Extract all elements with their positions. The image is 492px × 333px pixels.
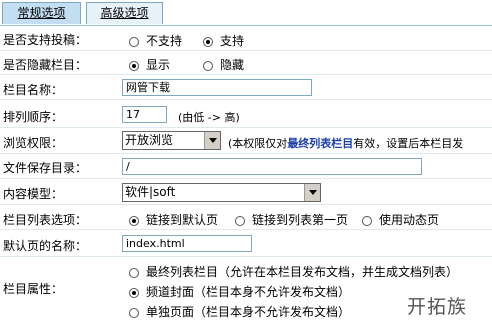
save-dir-label: 文件保存目录： bbox=[3, 161, 88, 175]
tab-basic-options[interactable]: 常规选项 bbox=[2, 2, 81, 24]
row-hidden: 是否隐藏栏目： 显示 隐藏 bbox=[0, 51, 492, 75]
attribute-single-page-option[interactable]: 单独页面（栏目本身不允许发布文档） bbox=[129, 303, 350, 320]
row-list-option: 栏目列表选项： 链接到默认页 链接到列表第一页 使用动态页 bbox=[0, 205, 492, 230]
allow-submit-label: 是否支持投稿： bbox=[3, 33, 88, 47]
radio-checked-icon[interactable] bbox=[129, 287, 139, 298]
permission-label: 浏览权限： bbox=[3, 136, 64, 150]
radio-checked-icon[interactable] bbox=[129, 215, 139, 226]
hidden-label: 是否隐藏栏目： bbox=[3, 58, 88, 72]
hidden-show-option[interactable]: 显示 bbox=[129, 56, 170, 73]
allow-submit-no-option[interactable]: 不支持 bbox=[129, 32, 182, 49]
category-name-label: 栏目名称： bbox=[3, 83, 64, 97]
radio-icon[interactable] bbox=[235, 215, 245, 226]
tab-advanced-options[interactable]: 高级选项 bbox=[86, 2, 163, 24]
row-content-model: 内容模型： 软件|soft bbox=[0, 179, 492, 205]
radio-icon[interactable] bbox=[129, 267, 139, 278]
row-category-name: 栏目名称： 网管下载 bbox=[0, 75, 492, 100]
radio-icon[interactable] bbox=[362, 215, 372, 226]
save-dir-input[interactable]: / bbox=[122, 158, 422, 175]
category-attribute-label: 栏目属性： bbox=[3, 282, 64, 296]
row-allow-submit: 是否支持投稿： 不支持 支持 bbox=[0, 26, 492, 51]
hidden-hide-option[interactable]: 隐藏 bbox=[203, 56, 244, 73]
content-model-select[interactable]: 软件|soft bbox=[122, 183, 321, 202]
sort-order-input[interactable]: 17 bbox=[122, 106, 167, 123]
list-option-label: 栏目列表选项： bbox=[3, 213, 88, 227]
permission-note: (本权限仅对最终列表栏目有效，设置后本栏目发 bbox=[228, 137, 464, 150]
allow-submit-yes-option[interactable]: 支持 bbox=[203, 32, 244, 49]
permission-select[interactable]: 开放浏览 bbox=[122, 131, 221, 150]
sort-order-hint: (由低 -> 高) bbox=[178, 111, 240, 124]
list-option-default-page[interactable]: 链接到默认页 bbox=[129, 211, 218, 228]
radio-icon[interactable] bbox=[129, 307, 139, 318]
row-default-page: 默认页的名称： index.html bbox=[0, 230, 492, 257]
radio-icon[interactable] bbox=[203, 60, 213, 71]
list-option-first-page[interactable]: 链接到列表第一页 bbox=[235, 211, 348, 228]
tab-bar: 常规选项 高级选项 bbox=[0, 0, 492, 26]
list-option-dynamic-page[interactable]: 使用动态页 bbox=[362, 211, 439, 228]
default-page-input[interactable]: index.html bbox=[122, 235, 252, 252]
attribute-channel-cover-option[interactable]: 频道封面（栏目本身不允许发布文档） bbox=[129, 283, 350, 300]
radio-icon[interactable] bbox=[129, 36, 139, 47]
sort-order-label: 排列顺序： bbox=[3, 110, 64, 124]
row-sort-order: 排列顺序： 17 (由低 -> 高) bbox=[0, 100, 492, 128]
chevron-down-icon[interactable] bbox=[204, 132, 220, 149]
default-page-label: 默认页的名称： bbox=[3, 239, 88, 253]
watermark: 开拓族 bbox=[407, 296, 468, 318]
row-permission: 浏览权限： 开放浏览 (本权限仅对最终列表栏目有效，设置后本栏目发 bbox=[0, 128, 492, 154]
content-model-label: 内容模型： bbox=[3, 187, 64, 201]
attribute-final-list-option[interactable]: 最终列表栏目（允许在本栏目发布文档，并生成文档列表） bbox=[129, 263, 458, 280]
row-save-dir: 文件保存目录： / bbox=[0, 154, 492, 179]
radio-checked-icon[interactable] bbox=[129, 60, 139, 71]
radio-checked-icon[interactable] bbox=[203, 36, 213, 47]
chevron-down-icon[interactable] bbox=[304, 184, 320, 201]
category-name-input[interactable]: 网管下载 bbox=[122, 79, 312, 96]
